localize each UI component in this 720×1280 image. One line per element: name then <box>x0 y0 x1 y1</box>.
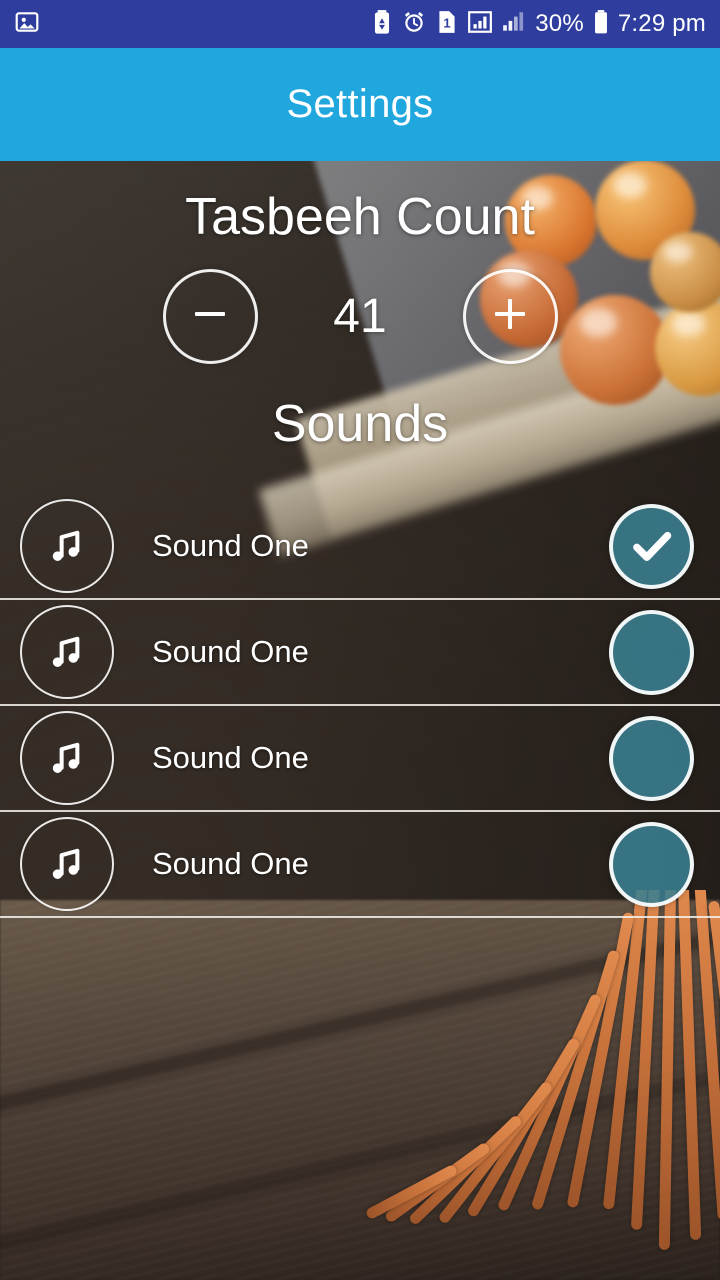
battery-percent: 30% <box>535 10 584 37</box>
status-bar-right: 1 30% 7:29 pm <box>372 9 706 40</box>
svg-text:1: 1 <box>444 15 451 30</box>
image-icon <box>14 9 40 40</box>
music-note-icon <box>20 499 114 593</box>
app-bar: Settings <box>0 48 720 161</box>
tasbeeh-count-value: 41 <box>333 290 387 343</box>
sound-select-toggle[interactable] <box>609 503 694 589</box>
alarm-icon <box>401 9 427 40</box>
music-note-icon <box>20 711 114 805</box>
sound-select-toggle[interactable] <box>609 821 694 907</box>
list-item[interactable]: Sound One <box>0 706 720 812</box>
settings-screen: 1 30% 7:29 pm Settings Tasbeeh Count 41 … <box>0 0 720 1280</box>
battery-icon <box>593 9 609 40</box>
sound-select-toggle[interactable] <box>609 609 694 695</box>
sounds-heading: Sounds <box>271 395 449 453</box>
background-tassel <box>320 890 720 1280</box>
list-item[interactable]: Sound One <box>0 812 720 918</box>
sound-label: Sound One <box>152 846 309 881</box>
sound-label: Sound One <box>152 528 309 563</box>
increment-button[interactable] <box>462 269 558 364</box>
sound-list: Sound One Sound One Sound One Sound One <box>0 494 720 918</box>
sim-one-icon: 1 <box>436 9 458 40</box>
music-note-icon <box>20 817 114 911</box>
settings-content: Tasbeeh Count 41 Sounds Sound One Sound … <box>0 161 720 918</box>
check-icon <box>632 531 671 561</box>
plus-icon <box>487 291 533 342</box>
sound-select-toggle[interactable] <box>609 715 694 801</box>
sound-label: Sound One <box>152 740 309 775</box>
list-item[interactable]: Sound One <box>0 600 720 706</box>
status-bar-left <box>14 9 40 40</box>
tasbeeh-count-heading: Tasbeeh Count <box>185 188 535 246</box>
signal-boxed-icon <box>467 9 493 40</box>
tasbeeh-count-stepper: 41 <box>0 269 720 364</box>
status-bar: 1 30% 7:29 pm <box>0 0 720 48</box>
sound-label: Sound One <box>152 634 309 669</box>
battery-eco-icon <box>372 9 392 40</box>
page-title: Settings <box>286 82 434 126</box>
music-note-icon <box>20 605 114 699</box>
clock-time: 7:29 pm <box>617 10 706 37</box>
decrement-button[interactable] <box>162 269 258 364</box>
signal-icon <box>502 9 526 40</box>
list-item[interactable]: Sound One <box>0 494 720 600</box>
minus-icon <box>187 291 233 342</box>
